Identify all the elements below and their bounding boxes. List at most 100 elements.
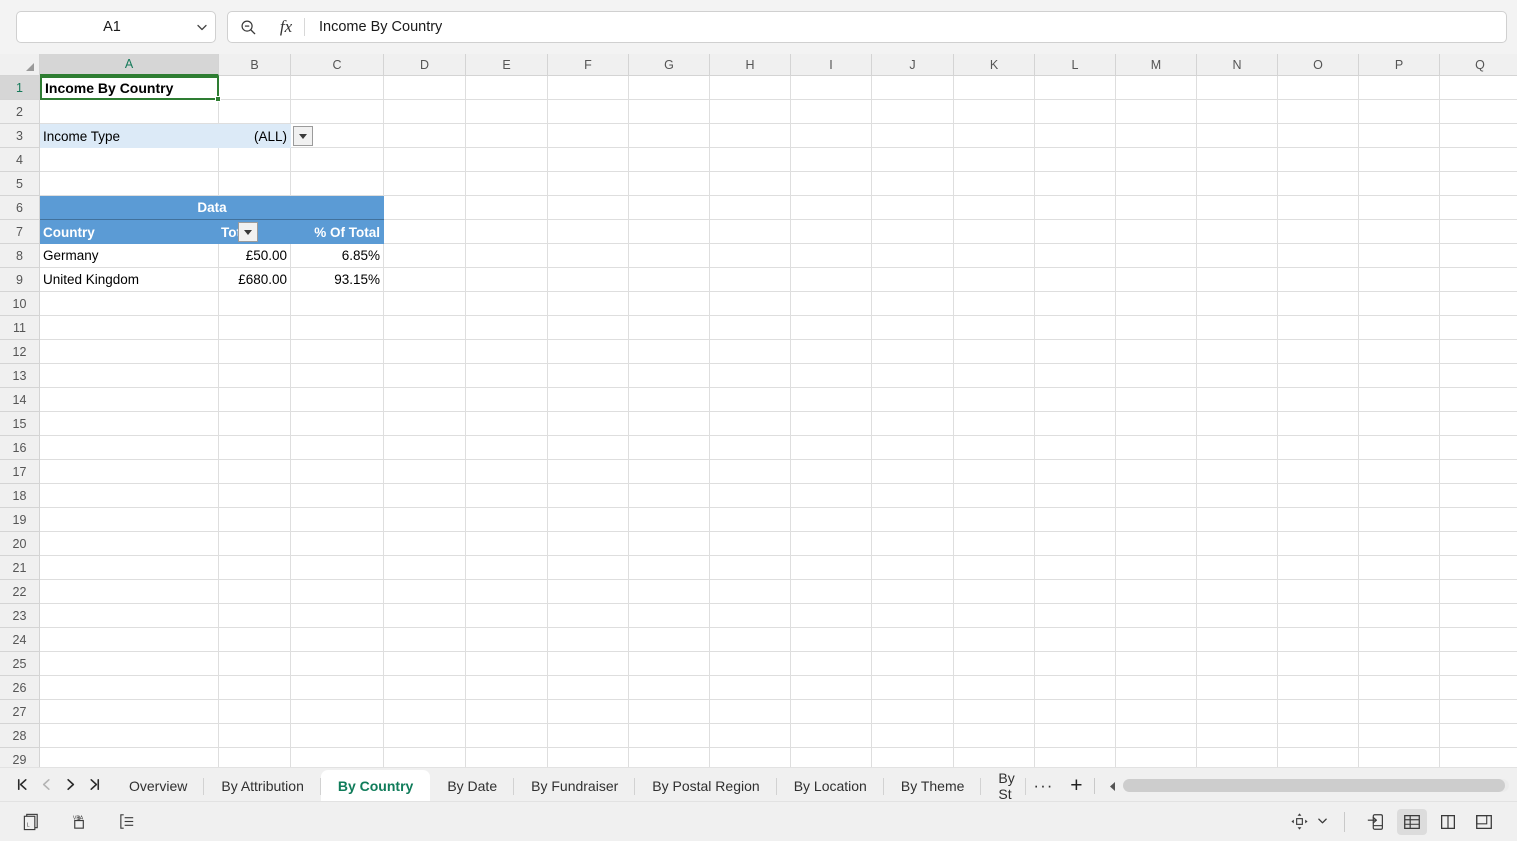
cell-k18[interactable] xyxy=(954,484,1035,508)
row-header-1[interactable]: 1 xyxy=(0,76,40,100)
cell-k29[interactable] xyxy=(954,748,1035,767)
cell-h10[interactable] xyxy=(710,292,791,316)
cell-h2[interactable] xyxy=(710,100,791,124)
cell-a15[interactable] xyxy=(40,412,219,436)
cell-l11[interactable] xyxy=(1035,316,1116,340)
cell-c25[interactable] xyxy=(291,652,384,676)
cell-q10[interactable] xyxy=(1440,292,1517,316)
cell-l13[interactable] xyxy=(1035,364,1116,388)
cell-a28[interactable] xyxy=(40,724,219,748)
cell-m29[interactable] xyxy=(1116,748,1197,767)
cell-q6[interactable] xyxy=(1440,196,1517,220)
cell-h29[interactable] xyxy=(710,748,791,767)
cell-e22[interactable] xyxy=(466,580,548,604)
cell-l16[interactable] xyxy=(1035,436,1116,460)
cell-d24[interactable] xyxy=(384,628,466,652)
cell-k27[interactable] xyxy=(954,700,1035,724)
cell-n12[interactable] xyxy=(1197,340,1278,364)
report-filter-label[interactable]: Income Type xyxy=(40,124,219,148)
cell-k4[interactable] xyxy=(954,148,1035,172)
cell-o14[interactable] xyxy=(1278,388,1359,412)
cell-g8[interactable] xyxy=(629,244,710,268)
cell-n13[interactable] xyxy=(1197,364,1278,388)
cell-o11[interactable] xyxy=(1278,316,1359,340)
cell-l2[interactable] xyxy=(1035,100,1116,124)
cell-l20[interactable] xyxy=(1035,532,1116,556)
column-header-f[interactable]: F xyxy=(548,54,629,76)
cell-b17[interactable] xyxy=(219,460,291,484)
cell-k17[interactable] xyxy=(954,460,1035,484)
chevron-down-icon[interactable] xyxy=(189,21,215,33)
cell-m12[interactable] xyxy=(1116,340,1197,364)
cell-g16[interactable] xyxy=(629,436,710,460)
cell-l15[interactable] xyxy=(1035,412,1116,436)
cell-e20[interactable] xyxy=(466,532,548,556)
cell-k5[interactable] xyxy=(954,172,1035,196)
cell-d25[interactable] xyxy=(384,652,466,676)
row-header-17[interactable]: 17 xyxy=(0,460,40,484)
cell-c12[interactable] xyxy=(291,340,384,364)
cell-j23[interactable] xyxy=(872,604,954,628)
cell-h16[interactable] xyxy=(710,436,791,460)
cell-p26[interactable] xyxy=(1359,676,1440,700)
cell-g26[interactable] xyxy=(629,676,710,700)
cell-a22[interactable] xyxy=(40,580,219,604)
cell-k20[interactable] xyxy=(954,532,1035,556)
cell-j17[interactable] xyxy=(872,460,954,484)
cell-h21[interactable] xyxy=(710,556,791,580)
cell-a1-selected[interactable]: Income By Country xyxy=(40,76,221,102)
cell-q15[interactable] xyxy=(1440,412,1517,436)
cell-q18[interactable] xyxy=(1440,484,1517,508)
cell-d28[interactable] xyxy=(384,724,466,748)
cell-h3[interactable] xyxy=(710,124,791,148)
cell-j5[interactable] xyxy=(872,172,954,196)
chevron-down-icon[interactable] xyxy=(1317,813,1328,831)
cell-b18[interactable] xyxy=(219,484,291,508)
cell-i20[interactable] xyxy=(791,532,872,556)
cell-g4[interactable] xyxy=(629,148,710,172)
cell-j28[interactable] xyxy=(872,724,954,748)
cell-c2[interactable] xyxy=(291,100,384,124)
cell-f9[interactable] xyxy=(548,268,629,292)
cell-c17[interactable] xyxy=(291,460,384,484)
cell-e6[interactable] xyxy=(466,196,548,220)
cell-d16[interactable] xyxy=(384,436,466,460)
cell-e19[interactable] xyxy=(466,508,548,532)
cell-b2[interactable] xyxy=(219,100,291,124)
cell-n8[interactable] xyxy=(1197,244,1278,268)
cell-e14[interactable] xyxy=(466,388,548,412)
cell-m14[interactable] xyxy=(1116,388,1197,412)
cell-k2[interactable] xyxy=(954,100,1035,124)
cell-q16[interactable] xyxy=(1440,436,1517,460)
cell-o21[interactable] xyxy=(1278,556,1359,580)
cell-i13[interactable] xyxy=(791,364,872,388)
cell-k28[interactable] xyxy=(954,724,1035,748)
row-header-18[interactable]: 18 xyxy=(0,484,40,508)
cell-i19[interactable] xyxy=(791,508,872,532)
cell-a25[interactable] xyxy=(40,652,219,676)
cell-k24[interactable] xyxy=(954,628,1035,652)
cell-m11[interactable] xyxy=(1116,316,1197,340)
row-header-11[interactable]: 11 xyxy=(0,316,40,340)
cell-i9[interactable] xyxy=(791,268,872,292)
cell-o8[interactable] xyxy=(1278,244,1359,268)
cell-c18[interactable] xyxy=(291,484,384,508)
cell-n28[interactable] xyxy=(1197,724,1278,748)
cell-q12[interactable] xyxy=(1440,340,1517,364)
column-header-c[interactable]: C xyxy=(291,54,384,76)
cell-l26[interactable] xyxy=(1035,676,1116,700)
cell-b24[interactable] xyxy=(219,628,291,652)
cell-h20[interactable] xyxy=(710,532,791,556)
cell-a11[interactable] xyxy=(40,316,219,340)
cell-o3[interactable] xyxy=(1278,124,1359,148)
cell-p20[interactable] xyxy=(1359,532,1440,556)
cell-k14[interactable] xyxy=(954,388,1035,412)
cell-d21[interactable] xyxy=(384,556,466,580)
cell-k15[interactable] xyxy=(954,412,1035,436)
cell-j29[interactable] xyxy=(872,748,954,767)
cell-q20[interactable] xyxy=(1440,532,1517,556)
cell-o29[interactable] xyxy=(1278,748,1359,767)
cell-q4[interactable] xyxy=(1440,148,1517,172)
cell-o28[interactable] xyxy=(1278,724,1359,748)
cell-i21[interactable] xyxy=(791,556,872,580)
